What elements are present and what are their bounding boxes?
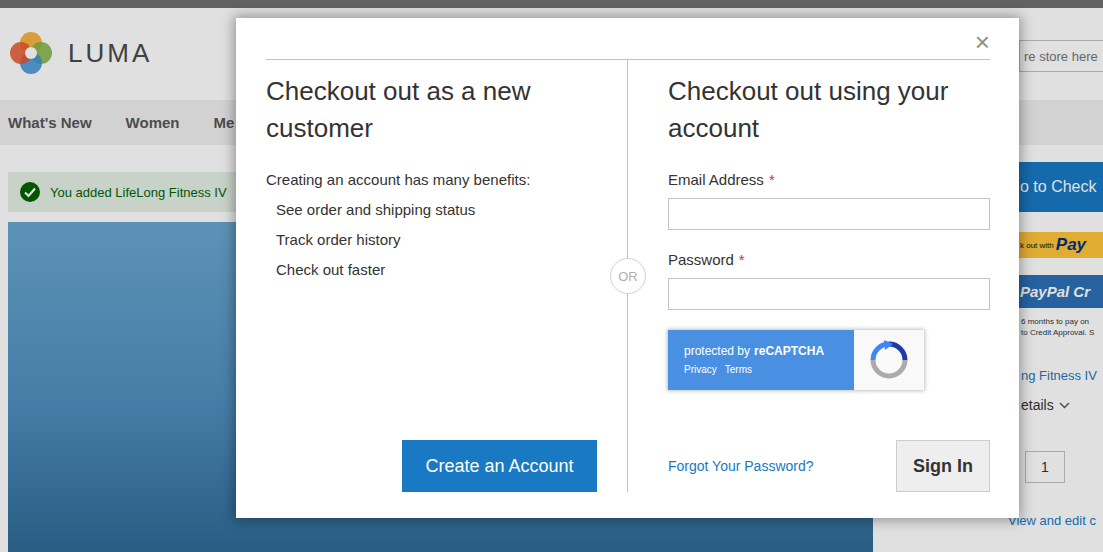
recaptcha-label: protected by reCAPTCHA <box>684 344 844 358</box>
modal-body: Checkout out as a new customer Creating a… <box>266 60 990 518</box>
login-section: Checkout out using your account Email Add… <box>628 60 990 492</box>
recaptcha-badge[interactable]: protected by reCAPTCHA Privacy Terms <box>668 330 924 390</box>
label-text: Email Address <box>668 169 764 191</box>
recaptcha-links: Privacy Terms <box>684 364 844 375</box>
form-field: Email Address* <box>668 169 990 230</box>
recaptcha-brand: reCAPTCHA <box>754 344 824 358</box>
recaptcha-link[interactable]: Privacy <box>684 364 717 375</box>
new-customer-title: Checkout out as a new customer <box>266 73 566 147</box>
checkout-login-modal: × Checkout out as a new customer Creating … <box>236 18 1019 518</box>
recaptcha-logo-icon <box>869 340 909 380</box>
label-text: Password <box>668 249 734 271</box>
recaptcha-link[interactable]: Terms <box>725 364 752 375</box>
modal-header: × <box>266 18 990 60</box>
login-actions: Forgot Your Password? Sign In <box>668 440 990 492</box>
new-customer-section: Checkout out as a new customer Creating a… <box>266 60 628 492</box>
required-mark: * <box>769 169 775 191</box>
required-mark: * <box>739 249 745 271</box>
text-input[interactable] <box>668 278 990 310</box>
sign-in-button[interactable]: Sign In <box>896 440 990 492</box>
create-account-button[interactable]: Create an Account <box>402 440 597 492</box>
text-input[interactable] <box>668 198 990 230</box>
recaptcha-logo-panel <box>854 330 924 390</box>
store-page: LUMAre store hereWhat's NewWomenMeYou ad… <box>0 0 1103 552</box>
recaptcha-text-panel: protected by reCAPTCHA Privacy Terms <box>668 330 854 390</box>
field-label: Email Address* <box>668 169 990 191</box>
benefit-item: See order and shipping status <box>276 195 597 225</box>
form-field: Password* <box>668 249 990 310</box>
forgot-password-link[interactable]: Forgot Your Password? <box>668 458 814 474</box>
benefits-intro: Creating an account has many benefits: <box>266 169 597 191</box>
field-label: Password* <box>668 249 990 271</box>
benefit-item: Check out faster <box>276 255 597 285</box>
benefit-item: Track order history <box>276 225 597 255</box>
recaptcha-text: protected by <box>684 344 750 358</box>
login-title: Checkout out using your account <box>668 73 990 147</box>
benefits-list: See order and shipping statusTrack order… <box>266 195 597 285</box>
or-divider: OR <box>610 258 646 294</box>
close-button[interactable]: × <box>975 29 990 55</box>
